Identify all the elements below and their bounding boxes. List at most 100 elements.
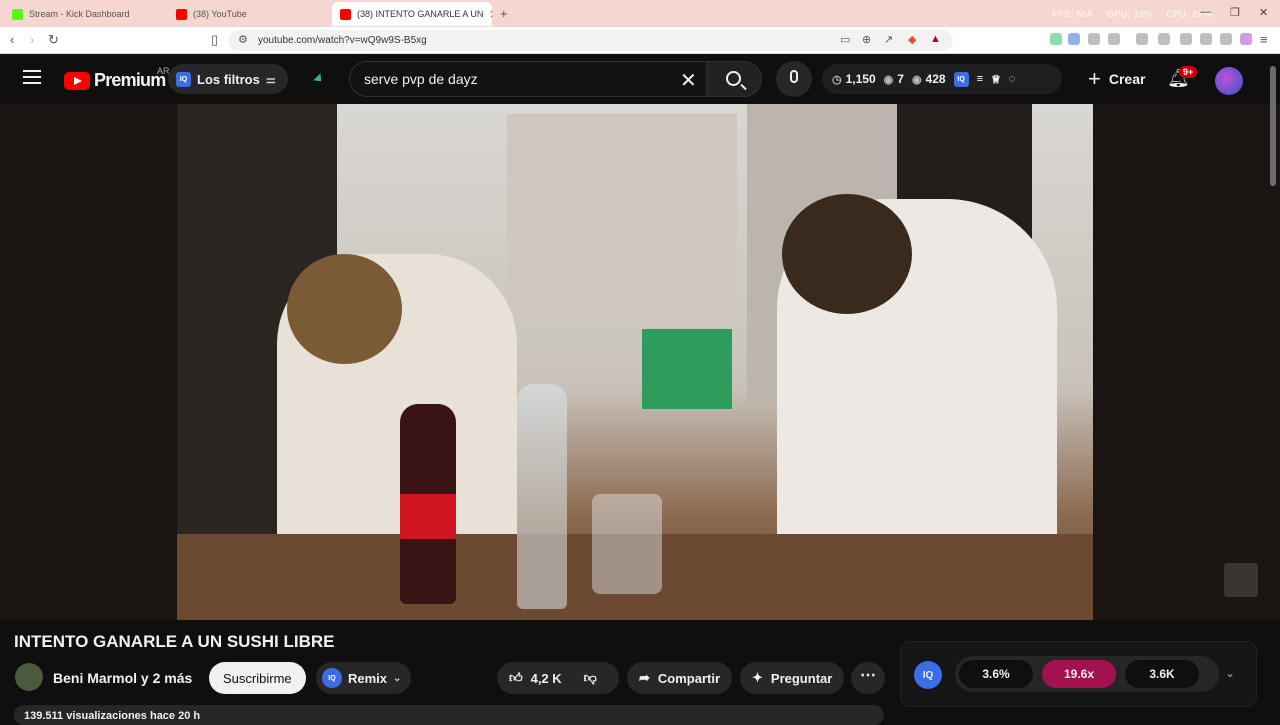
site-info-icon[interactable]: ⚙ [238, 33, 248, 46]
logo-text: Premium [94, 70, 166, 90]
tab-current-video[interactable]: (38) INTENTO GANARLE A UN ✕ [332, 2, 492, 26]
green-dumpster [642, 329, 732, 409]
youtube-logo[interactable]: Premium [64, 70, 166, 91]
filters-label: Los filtros [197, 71, 260, 87]
notification-badge: 9+ [1179, 66, 1198, 78]
description-box[interactable]: 139.511 visualizaciones hace 20 h [14, 705, 884, 725]
search-button[interactable] [706, 61, 762, 97]
close-window-icon[interactable]: ✕ [1259, 6, 1268, 19]
filters-button[interactable]: IQ Los filtros ⚌ [168, 64, 288, 94]
list-icon[interactable]: ≡ [977, 73, 983, 85]
chevron-down-icon[interactable]: ⌄ [393, 673, 401, 684]
page-scrollbar[interactable] [1270, 66, 1276, 186]
stats-bar: ◷ 1,150 ◉ 7 ◉ 428 IQ ≡ ♕ ◌ [822, 64, 1062, 94]
channel-avatar[interactable] [15, 663, 43, 691]
subscribe-button[interactable]: Suscribirme [209, 662, 306, 694]
views-value: 428 [925, 72, 946, 86]
iq-metrics: 3.6% 19.6x 3.6K [955, 656, 1219, 692]
iq-metric-percent[interactable]: 3.6% [959, 660, 1033, 688]
video-player[interactable] [177, 104, 1093, 620]
browser-toolbar: ‹ › ↻ ▯ ⚙ youtube.com/watch?v=wQ9w9S-B5x… [0, 27, 1280, 54]
kick-favicon-icon [12, 8, 23, 20]
thumbs-up-icon[interactable]: 👍︎ [509, 670, 523, 686]
cast-icon[interactable]: ▭ [840, 33, 850, 46]
glass-bottle [517, 384, 567, 609]
vpn-icon[interactable] [1220, 33, 1232, 45]
iq-metric-multiplier[interactable]: 19.6x [1042, 660, 1116, 688]
video-title: INTENTO GANARLE A UN SUSHI LIBRE [14, 632, 335, 651]
brave-shield-icon[interactable]: ◆ [908, 33, 916, 46]
watch-time-stat: ◷ 1,150 [832, 72, 876, 86]
youtube-header: Premium AR IQ Los filtros ⚌ ✕ ◷ 1,150 ◉ … [0, 54, 1280, 104]
share-icon[interactable]: ↗ [884, 33, 893, 46]
building [507, 114, 737, 314]
like-count[interactable]: 4,2 K [531, 671, 562, 686]
tab-youtube-home[interactable]: (38) YouTube [168, 2, 330, 26]
create-button[interactable]: + Crear [1078, 64, 1155, 94]
plus-icon[interactable]: + [500, 6, 508, 21]
back-icon[interactable]: ‹ [10, 32, 14, 47]
extension-icon[interactable] [1108, 33, 1120, 45]
chat-icon[interactable]: ◌ [1009, 73, 1016, 85]
clear-search-icon[interactable]: ✕ [680, 68, 697, 93]
like-dislike-group: 👍︎ 4,2 K 👎︎ [497, 662, 619, 694]
reload-icon[interactable]: ↻ [48, 32, 59, 48]
sliders-icon: ⚌ [265, 73, 276, 86]
watch-time-value: 1,150 [845, 72, 876, 86]
avatar[interactable] [1215, 67, 1243, 95]
thumbs-down-icon[interactable]: 👎︎ [584, 670, 597, 686]
iq-metric-count[interactable]: 3.6K [1125, 660, 1199, 688]
more-actions-icon[interactable]: ⋯ [851, 662, 885, 694]
stat-fps: FPS: N/A [1052, 9, 1093, 19]
address-bar[interactable]: ⚙ youtube.com/watch?v=wQ9w9S-B5xg ▭ ⊕ ↗ … [228, 30, 953, 51]
tab-title: (38) YouTube [193, 9, 247, 19]
sparkle-icon: ✦ [752, 670, 763, 685]
iq-extension-icon: IQ [176, 71, 191, 87]
plus-icon: + [1088, 66, 1101, 91]
microphone-icon [790, 70, 798, 83]
viewers-value: 7 [897, 72, 904, 86]
remix-label: Remix [348, 670, 388, 686]
voice-search-button[interactable] [776, 61, 812, 97]
hamburger-menu-icon[interactable] [23, 70, 41, 84]
chevron-down-icon[interactable]: ⌄ [1225, 666, 1235, 680]
views-stat: ◉ 428 [912, 72, 946, 86]
youtube-favicon-icon [176, 8, 187, 20]
glass [592, 494, 662, 594]
menu-icon[interactable]: ≡ [1260, 32, 1268, 47]
translate-icon[interactable] [1068, 33, 1080, 45]
streamer-cam-overlay [1224, 563, 1258, 597]
warning-icon[interactable]: ▲ [930, 33, 941, 45]
iq-extension-icon[interactable]: IQ [953, 71, 969, 87]
ask-button[interactable]: ✦ Preguntar [740, 662, 845, 694]
clock-icon: ◷ [832, 73, 842, 86]
wallet-icon[interactable] [1180, 33, 1192, 45]
youtube-favicon-icon [340, 8, 351, 20]
minimize-icon[interactable]: — [1200, 6, 1211, 18]
restore-icon[interactable]: ❐ [1230, 6, 1240, 19]
leo-icon[interactable] [1200, 33, 1212, 45]
bookmark-icon[interactable]: ▯ [211, 32, 218, 48]
extension-icon[interactable] [1050, 33, 1062, 45]
video-player-area [0, 104, 1280, 620]
tab-kick-dashboard[interactable]: Stream - Kick Dashboard [4, 2, 166, 26]
channel-name[interactable]: Beni Marmol y 2 más [53, 670, 192, 686]
search-icon [726, 71, 741, 86]
sidebar-icon[interactable] [1158, 33, 1170, 45]
remix-button[interactable]: IQ Remix ⌄ [316, 662, 411, 694]
puzzle-icon[interactable] [1088, 33, 1100, 45]
share-button[interactable]: ➦ Compartir [627, 662, 733, 694]
search-input[interactable] [364, 71, 664, 87]
close-tab-icon[interactable]: ✕ [489, 8, 492, 21]
zoom-icon[interactable]: ⊕ [862, 33, 871, 46]
music-icon[interactable] [1136, 33, 1148, 45]
trophy-icon[interactable]: ♕ [991, 73, 1001, 86]
person-left-hair [287, 254, 402, 364]
iq-extension-icon[interactable]: IQ [914, 661, 942, 689]
profile-icon[interactable] [1240, 33, 1252, 45]
iq-analytics-panel: IQ 3.6% 19.6x 3.6K ⌄ [900, 641, 1257, 707]
youtube-play-icon [64, 71, 90, 90]
eye-icon: ◉ [911, 73, 922, 86]
forward-icon[interactable]: › [30, 32, 34, 47]
search-box[interactable]: ✕ [349, 61, 706, 97]
